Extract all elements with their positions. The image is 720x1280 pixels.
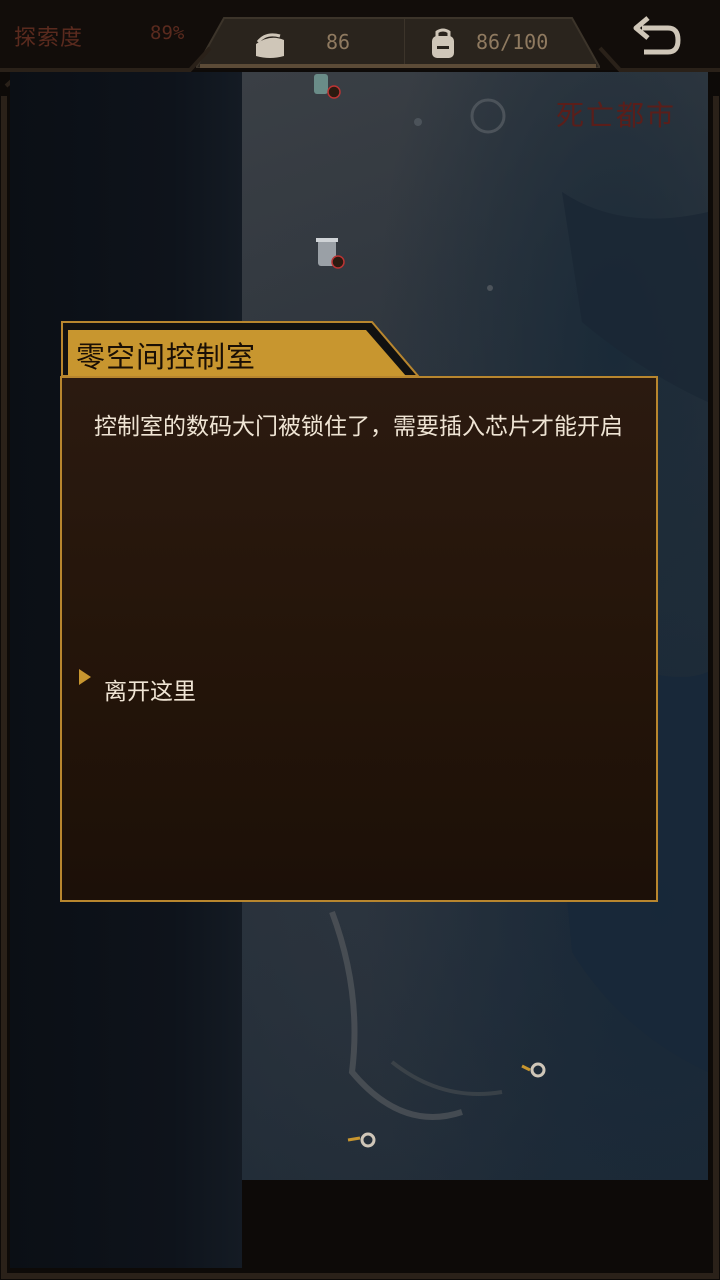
- gear-marker-icon[interactable]: [346, 1128, 380, 1150]
- food-count: 86: [326, 30, 351, 54]
- food-can-icon: [256, 33, 284, 58]
- exploration-value: 89%: [150, 22, 185, 44]
- trash-can-marker-icon[interactable]: [314, 234, 348, 270]
- back-arrow-icon[interactable]: [628, 16, 684, 60]
- exploration-label: 探索度: [14, 26, 84, 51]
- backpack-icon: [432, 28, 454, 58]
- event-dialog: [60, 376, 658, 902]
- map-area-name: 死亡都市: [556, 99, 677, 132]
- top-bar: 探索度 89% 86 86/100: [0, 0, 720, 70]
- leave-option-button[interactable]: 离开这里: [104, 672, 196, 706]
- dialog-message: 控制室的数码大门被锁住了，需要插入芯片才能开启: [94, 414, 623, 440]
- option-arrow-icon: [79, 669, 91, 685]
- bag-capacity: 86/100: [476, 30, 549, 54]
- gear-marker-icon[interactable]: [520, 1058, 550, 1080]
- food-tab: [196, 17, 406, 68]
- survivor-marker-icon[interactable]: [310, 72, 344, 100]
- dialog-title: 零空间控制室: [76, 340, 257, 374]
